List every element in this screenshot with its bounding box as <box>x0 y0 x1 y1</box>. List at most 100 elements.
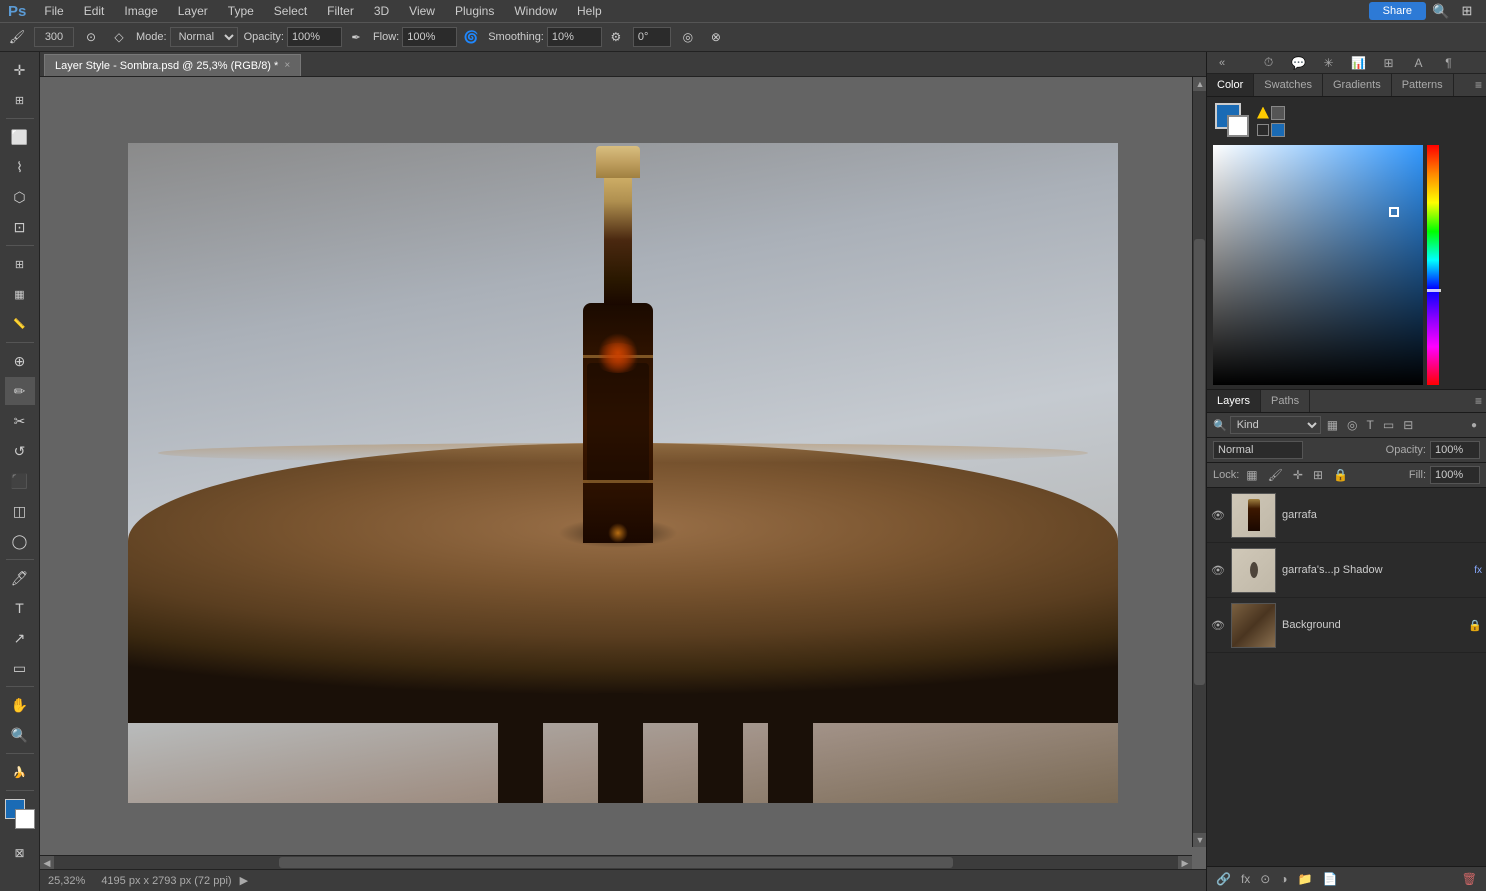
note-tool[interactable]: 🍌 <box>5 758 35 786</box>
new-group-btn[interactable]: 📁 <box>1295 871 1316 887</box>
frame-tool[interactable]: ⊞ <box>5 250 35 278</box>
blend-mode-input[interactable] <box>1213 441 1303 459</box>
brush-settings-btn[interactable]: ⊙ <box>80 26 102 48</box>
adjust-icon[interactable]: 📊 <box>1348 52 1370 74</box>
clone-stamp-tool[interactable]: ✂ <box>5 407 35 435</box>
filter-adjustment-btn[interactable]: ◎ <box>1344 417 1360 433</box>
lock-all-btn[interactable]: 🔒 <box>1330 467 1351 483</box>
add-style-btn[interactable]: fx <box>1238 871 1253 887</box>
eraser-tool[interactable]: ⬛ <box>5 467 35 495</box>
tab-swatches[interactable]: Swatches <box>1254 74 1323 96</box>
tab-patterns[interactable]: Patterns <box>1392 74 1454 96</box>
history-brush-tool[interactable]: ↺ <box>5 437 35 465</box>
menu-select[interactable]: Select <box>266 2 315 20</box>
symmetry-btn[interactable]: ⊗ <box>705 26 727 48</box>
opacity-pen-btn[interactable]: ✒ <box>345 26 367 48</box>
quick-select-tool[interactable]: ⬡ <box>5 183 35 211</box>
pressure-btn[interactable]: ◎ <box>677 26 699 48</box>
move-tool[interactable]: ✛ <box>5 56 35 84</box>
hand-tool[interactable]: ✋ <box>5 691 35 719</box>
rectangular-marquee-tool[interactable]: ⬜ <box>5 123 35 151</box>
horizontal-scrollbar[interactable]: ◀ ▶ <box>40 855 1192 869</box>
ruler-tool[interactable]: 📏 <box>5 310 35 338</box>
filter-smart-btn[interactable]: ⊟ <box>1400 417 1416 433</box>
menu-edit[interactable]: Edit <box>76 2 113 20</box>
path-selection-tool[interactable]: ↗ <box>5 624 35 652</box>
layer-eye-background[interactable]: 👁 <box>1211 618 1225 632</box>
add-mask-btn[interactable]: ⊙ <box>1257 871 1273 887</box>
document-tab[interactable]: Layer Style - Sombra.psd @ 25,3% (RGB/8)… <box>44 54 301 76</box>
menu-3d[interactable]: 3D <box>366 2 397 20</box>
lock-transparent-btn[interactable]: ▦ <box>1243 467 1260 483</box>
angle-input[interactable] <box>633 27 671 47</box>
status-arrow[interactable]: ▶ <box>240 874 248 887</box>
para-icon[interactable]: ¶ <box>1438 52 1460 74</box>
filter-toggle[interactable]: ● <box>1468 419 1480 432</box>
opacity-input[interactable] <box>287 27 342 47</box>
tab-layers[interactable]: Layers <box>1207 390 1261 412</box>
menu-window[interactable]: Window <box>506 2 565 20</box>
comment-icon[interactable]: 💬 <box>1288 52 1310 74</box>
filter-shape-btn[interactable]: ▭ <box>1380 417 1397 433</box>
tab-close-btn[interactable]: × <box>284 60 290 71</box>
artboard-tool[interactable]: ⊞ <box>5 86 35 114</box>
share-button[interactable]: Share <box>1369 2 1426 20</box>
tab-gradients[interactable]: Gradients <box>1323 74 1392 96</box>
menu-image[interactable]: Image <box>116 2 165 20</box>
zoom-tool[interactable]: 🔍 <box>5 721 35 749</box>
menu-file[interactable]: File <box>36 2 71 20</box>
filter-kind-select[interactable]: Kind Name Effect Mode Attribute Color Sm… <box>1230 416 1321 434</box>
menu-type[interactable]: Type <box>220 2 262 20</box>
panel-collapse-left[interactable]: « <box>1211 52 1233 74</box>
filter-type-btn[interactable]: T <box>1364 417 1377 433</box>
gamut-correction-swatch[interactable] <box>1271 106 1285 120</box>
screen-mode-btn[interactable]: ⊠ <box>5 839 35 867</box>
filter-pixel-btn[interactable]: ▦ <box>1324 417 1341 433</box>
gradient-tool[interactable]: ◫ <box>5 497 35 525</box>
color-spectrum[interactable] <box>1213 145 1423 385</box>
vertical-scrollbar[interactable]: ▲ ▼ <box>1192 77 1206 847</box>
brush-tool-preset[interactable]: 🖌 <box>6 26 28 48</box>
search-button[interactable]: 🔍 <box>1430 0 1452 22</box>
smoothing-input[interactable] <box>547 27 602 47</box>
filter-icon[interactable]: ✳ <box>1318 52 1340 74</box>
char-icon[interactable]: A <box>1408 52 1430 74</box>
canvas-image[interactable] <box>128 143 1118 803</box>
smoothing-settings-btn[interactable]: ⚙ <box>605 26 627 48</box>
flow-airbrush-btn[interactable]: 🌀 <box>460 26 482 48</box>
layer-item-shadow[interactable]: 👁 garrafa's...p Shadow fx <box>1207 543 1486 598</box>
mode-select[interactable]: Normal Multiply Screen <box>170 27 238 47</box>
menu-plugins[interactable]: Plugins <box>447 2 502 20</box>
layers-panel-menu[interactable]: ≡ <box>1471 394 1486 408</box>
history-icon[interactable]: ⏱ <box>1258 52 1280 74</box>
spot-healing-tool[interactable]: ⊕ <box>5 347 35 375</box>
link-layers-btn[interactable]: 🔗 <box>1213 871 1234 887</box>
lock-image-btn[interactable]: 🖌 <box>1265 467 1286 483</box>
new-adjustment-btn[interactable]: ◑ <box>1277 871 1290 887</box>
crop-tool[interactable]: ⊡ <box>5 213 35 241</box>
menu-view[interactable]: View <box>401 2 443 20</box>
opacity-value-input[interactable] <box>1430 441 1480 459</box>
delete-layer-btn[interactable]: 🗑 <box>1459 871 1480 887</box>
menu-filter[interactable]: Filter <box>319 2 362 20</box>
tab-paths[interactable]: Paths <box>1261 390 1310 412</box>
color-picker[interactable]: ▦ <box>5 280 35 308</box>
color-panel-menu[interactable]: ≡ <box>1475 78 1482 92</box>
background-color[interactable] <box>15 809 35 829</box>
lasso-tool[interactable]: ⌇ <box>5 153 35 181</box>
menu-layer[interactable]: Layer <box>170 2 216 20</box>
tab-color[interactable]: Color <box>1207 74 1254 96</box>
lock-artboard-btn[interactable]: ⊞ <box>1310 467 1326 483</box>
workspace-button[interactable]: ⊞ <box>1456 0 1478 22</box>
brush-tool active[interactable]: ✏ <box>5 377 35 405</box>
layer-item-garrafa[interactable]: 👁 garrafa <box>1207 488 1486 543</box>
new-layer-btn[interactable]: 📄 <box>1320 871 1341 887</box>
fill-value-input[interactable] <box>1430 466 1480 484</box>
layer-eye-garrafa[interactable]: 👁 <box>1211 508 1225 522</box>
type-tool[interactable]: T <box>5 594 35 622</box>
brush-angle-btn[interactable]: ◇ <box>108 26 130 48</box>
hue-strip[interactable] <box>1427 145 1439 385</box>
shape-tool[interactable]: ▭ <box>5 654 35 682</box>
menu-help[interactable]: Help <box>569 2 610 20</box>
bg-color-box[interactable] <box>1227 115 1249 137</box>
